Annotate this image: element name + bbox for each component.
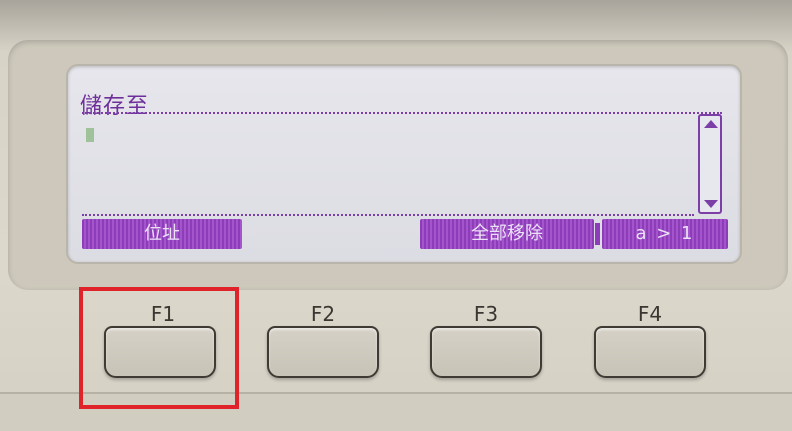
f1-highlight-box xyxy=(79,287,239,409)
softkey-remove-all[interactable]: 全部移除 xyxy=(420,219,594,249)
scrollbar[interactable] xyxy=(698,114,722,214)
f4-button[interactable] xyxy=(594,326,706,378)
softkey-address[interactable]: 位址 xyxy=(82,219,242,249)
text-cursor xyxy=(86,128,94,142)
scroll-down-arrow-icon[interactable] xyxy=(704,200,718,208)
scroll-up-arrow-icon[interactable] xyxy=(704,120,718,128)
destination-input-field[interactable] xyxy=(82,114,694,216)
softkey-input-mode[interactable]: a > 1 xyxy=(602,219,728,249)
f2-button[interactable] xyxy=(267,326,379,378)
f3-button[interactable] xyxy=(430,326,542,378)
softkey-bar: 位址 全部移除 a > 1 xyxy=(82,219,728,249)
lcd-screen: 儲存至 位址 全部移除 a > 1 xyxy=(68,66,740,262)
softkey-separator xyxy=(595,223,600,245)
f4-label: F4 xyxy=(637,302,663,326)
f3-label: F3 xyxy=(473,302,499,326)
printer-control-panel: 儲存至 位址 全部移除 a > 1 F1 F2 F3 F4 xyxy=(0,0,792,431)
f2-label: F2 xyxy=(310,302,336,326)
